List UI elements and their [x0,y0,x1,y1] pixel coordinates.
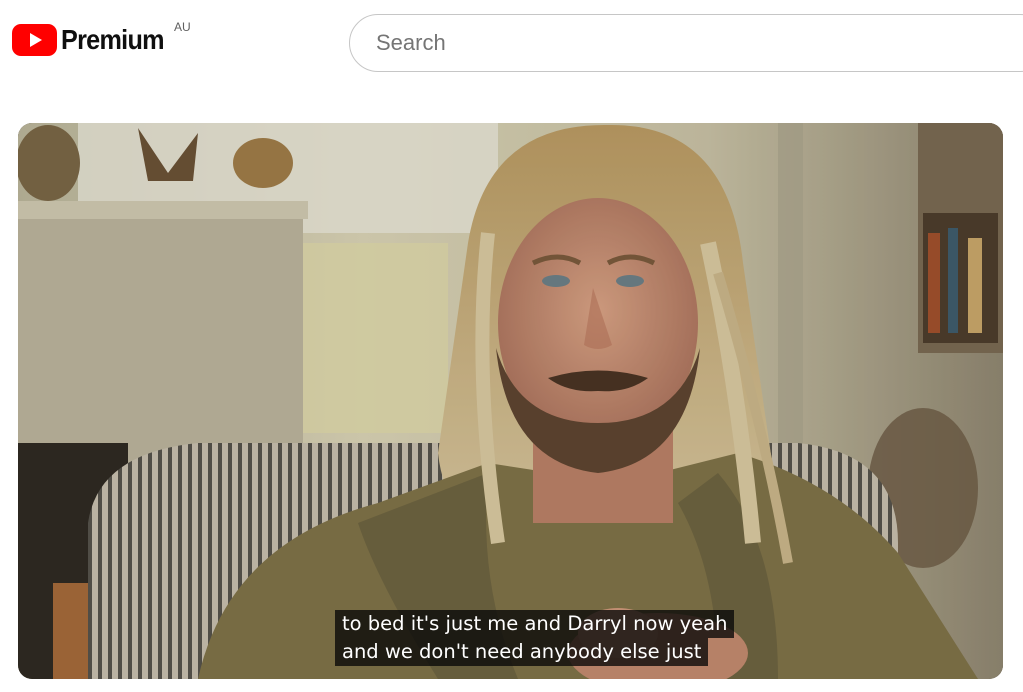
video-player[interactable]: to bed it's just me and Darryl now yeah … [18,123,1003,679]
youtube-play-icon [12,24,57,56]
search-input[interactable] [374,29,978,57]
search-box[interactable] [349,14,1023,72]
video-frame [18,123,1003,679]
country-code: AU [174,20,191,34]
youtube-premium-logo[interactable]: Premium [12,24,175,56]
masthead: Premium AU [0,0,1023,90]
caption-window: to bed it's just me and Darryl now yeah … [335,610,735,666]
caption-line-1: to bed it's just me and Darryl now yeah [335,610,735,638]
logo-wordmark: Premium [61,24,165,55]
caption-line-2: and we don't need anybody else just [335,638,709,666]
